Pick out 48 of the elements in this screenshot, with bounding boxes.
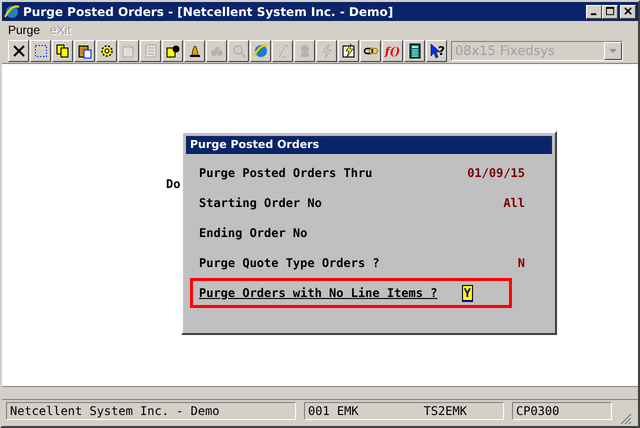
caret-icon <box>609 48 617 54</box>
gear-button[interactable] <box>96 40 117 62</box>
field-label: Purge Quote Type Orders ? <box>199 256 380 270</box>
status-panel: CP0300 <box>512 402 612 420</box>
menu-item[interactable]: Purge <box>8 23 40 37</box>
person-document-icon <box>164 43 180 59</box>
globe-icon <box>4 4 20 20</box>
function-button[interactable]: f() <box>382 40 403 62</box>
copy-button[interactable] <box>52 40 73 62</box>
selection-icon <box>32 43 48 59</box>
window-title: Purge Posted Orders - [Netcellent System Inc. - Demo] <box>23 4 394 18</box>
dialog-title: Purge Posted Orders <box>186 136 552 154</box>
bell-button[interactable] <box>184 40 205 62</box>
field-value[interactable]: N <box>518 256 525 270</box>
field-label: Ending Order No <box>199 226 308 240</box>
field-value[interactable]: All <box>503 196 525 210</box>
search-icon <box>230 43 246 59</box>
chain-link-button[interactable] <box>360 40 381 62</box>
clipboard-button[interactable] <box>74 40 95 62</box>
lightning-document-icon <box>340 43 356 59</box>
calculator-icon <box>406 43 422 59</box>
field-value[interactable]: Y <box>462 284 473 302</box>
calculator-button[interactable] <box>404 40 425 62</box>
close-button[interactable] <box>8 40 29 62</box>
close-button[interactable] <box>620 4 636 18</box>
help-pointer-button[interactable]: ? <box>426 40 447 62</box>
minimize-button[interactable] <box>586 4 602 18</box>
field-label: Starting Order No <box>199 196 322 210</box>
document-icon <box>142 43 158 59</box>
background-text: Do <box>166 177 180 191</box>
maximize-icon <box>606 7 614 16</box>
field-label: Purge Orders with No Line Items ? <box>199 286 438 300</box>
lightning-document-button[interactable] <box>338 40 359 62</box>
properties-icon <box>120 43 136 59</box>
clipboard-icon <box>76 43 92 59</box>
field-value[interactable]: 01/09/15 <box>467 166 525 180</box>
maximize-button[interactable] <box>602 4 618 18</box>
globe-button[interactable] <box>250 40 271 62</box>
gear-icon <box>98 43 114 59</box>
status-panel: Netcellent System Inc. - Demo <box>6 402 296 420</box>
field-label: Purge Posted Orders Thru <box>199 166 372 180</box>
selection-button[interactable] <box>30 40 51 62</box>
close-icon <box>624 7 632 16</box>
globe-icon <box>252 43 268 59</box>
person-document-button[interactable] <box>162 40 183 62</box>
close-icon <box>10 43 26 59</box>
copy-icon <box>54 43 70 59</box>
status-panel: 001 EMK TS2EMK <box>304 402 504 420</box>
